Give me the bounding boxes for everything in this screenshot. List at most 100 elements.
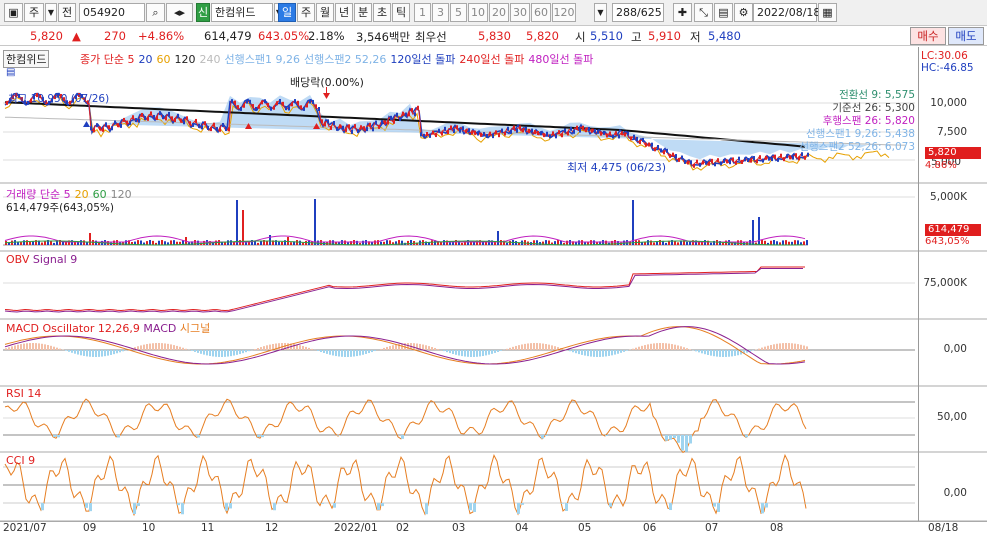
candle bbox=[423, 133, 425, 138]
speaker-icon[interactable]: ◂▸ bbox=[166, 3, 193, 22]
cci-label: CCI 9 bbox=[6, 454, 36, 467]
candle bbox=[324, 122, 326, 127]
candle bbox=[726, 159, 728, 164]
buy-button[interactable]: 매수 bbox=[910, 27, 946, 45]
candle bbox=[183, 120, 185, 125]
period-3-button[interactable]: 년 bbox=[335, 3, 353, 22]
zoom-icon[interactable]: ✚ bbox=[673, 3, 692, 22]
interval-30-button[interactable]: 30 bbox=[510, 3, 530, 22]
toolbar: ▣ 주 ▼ 전 054920 ⌕ ◂▸ 신 한컴위드 ▼ 일주월년분초틱 135… bbox=[0, 0, 987, 26]
stock-name-field[interactable]: 한컴위드 bbox=[211, 3, 273, 22]
obv-signal-line bbox=[4, 268, 803, 313]
macd-osc-bar bbox=[431, 347, 433, 350]
macd-osc-bar bbox=[368, 350, 370, 354]
candle bbox=[399, 116, 401, 121]
period-1-button[interactable]: 주 bbox=[297, 3, 315, 22]
volume-bar bbox=[737, 240, 739, 245]
cci-oversold-fill bbox=[181, 503, 184, 515]
interval-5-button[interactable]: 5 bbox=[450, 3, 467, 22]
macd-osc-bar bbox=[143, 344, 145, 350]
macd-osc-bar bbox=[293, 343, 295, 350]
candle bbox=[522, 128, 524, 133]
macd-osc-bar bbox=[53, 346, 55, 350]
sell-button[interactable]: 매도 bbox=[948, 27, 984, 45]
candle bbox=[714, 162, 716, 167]
interval-10-button[interactable]: 10 bbox=[468, 3, 488, 22]
volume-bar bbox=[677, 242, 679, 245]
candle bbox=[687, 160, 689, 165]
candle bbox=[459, 128, 461, 133]
number-dropdown[interactable]: ▼ bbox=[594, 3, 607, 22]
candle bbox=[279, 99, 281, 104]
macd-osc-bar bbox=[407, 343, 409, 350]
macd-osc-bar bbox=[248, 350, 250, 352]
interval-3-button[interactable]: 3 bbox=[432, 3, 449, 22]
macd-osc-bar bbox=[713, 350, 715, 357]
candle bbox=[630, 136, 632, 141]
mode-select[interactable]: 주 bbox=[24, 3, 44, 22]
chart-list-icon[interactable]: ▤ bbox=[6, 67, 15, 78]
candle bbox=[414, 112, 416, 117]
candle bbox=[312, 99, 314, 104]
candle bbox=[210, 127, 212, 132]
candle bbox=[363, 126, 365, 131]
chart-area[interactable]: 한컴위드 종가 단순 5 20 60 120 240 선행스팬1 9,26 선행스팬2 52… bbox=[0, 47, 987, 538]
macd-osc-bar bbox=[719, 350, 721, 357]
interval-1-button[interactable]: 1 bbox=[414, 3, 431, 22]
rsi-oversold-fill bbox=[117, 435, 120, 438]
rsi-oversold-fill bbox=[541, 435, 544, 439]
candle bbox=[327, 119, 329, 124]
obv-axis: 75,000K bbox=[923, 277, 967, 289]
macd-osc-bar bbox=[146, 344, 148, 350]
macd-osc-bar bbox=[344, 350, 346, 357]
volume-bar bbox=[149, 240, 151, 245]
save-icon[interactable]: ▤ bbox=[714, 3, 733, 22]
obv-signal-name: Signal 9 bbox=[32, 253, 78, 266]
macd-osc-bar bbox=[68, 350, 70, 352]
macd-osc-bar bbox=[734, 350, 736, 356]
mode-dropdown[interactable]: ▼ bbox=[45, 3, 57, 22]
candle bbox=[525, 126, 527, 131]
candle bbox=[249, 99, 251, 104]
period-5-button[interactable]: 초 bbox=[373, 3, 391, 22]
macd-osc-bar bbox=[257, 348, 259, 350]
stock-code-input[interactable]: 054920 bbox=[79, 3, 145, 22]
macd-osc-bar bbox=[71, 350, 73, 353]
interval-60-button[interactable]: 60 bbox=[531, 3, 551, 22]
macd-osc-bar bbox=[98, 350, 100, 357]
macd-osc-bar bbox=[575, 350, 577, 354]
period-0-button[interactable]: 일 bbox=[278, 3, 296, 22]
search-icon[interactable]: ⌕ bbox=[146, 3, 165, 22]
candle bbox=[342, 125, 344, 130]
settings-icon[interactable]: ⚙ bbox=[734, 3, 753, 22]
price-axis-7500: 7,500 bbox=[936, 126, 967, 138]
stock-tag[interactable]: 한컴위드 bbox=[3, 50, 50, 68]
macd-osc-bar bbox=[545, 344, 547, 350]
draw-icon[interactable]: ⤡ bbox=[694, 3, 713, 22]
macd-osc-bar bbox=[464, 350, 466, 357]
candle bbox=[108, 125, 110, 130]
candle bbox=[348, 124, 350, 129]
macd-osc-bar bbox=[533, 343, 535, 350]
candle bbox=[651, 142, 653, 147]
macd-osc-bar bbox=[473, 350, 475, 357]
period-2-button[interactable]: 월 bbox=[316, 3, 334, 22]
macd-osc-bar bbox=[797, 344, 799, 350]
macd-osc-bar bbox=[542, 343, 544, 350]
candle bbox=[549, 134, 551, 139]
macd-osc-bar bbox=[470, 350, 472, 357]
macd-osc-bar bbox=[509, 347, 511, 350]
macd-osc-bar bbox=[77, 350, 79, 355]
period-4-button[interactable]: 분 bbox=[354, 3, 372, 22]
macd-osc-bar bbox=[122, 350, 124, 352]
prev-button[interactable]: 전 bbox=[58, 3, 76, 22]
ichimoku-line: 후행스팬 26: 5,820 bbox=[822, 115, 915, 127]
candle bbox=[222, 122, 224, 127]
layout-icon[interactable]: ▣ bbox=[4, 3, 23, 22]
period-6-button[interactable]: 틱 bbox=[392, 3, 410, 22]
interval-120-button[interactable]: 120 bbox=[552, 3, 576, 22]
calendar-icon[interactable]: ▦ bbox=[818, 3, 837, 22]
volume-bar bbox=[245, 242, 247, 245]
interval-20-button[interactable]: 20 bbox=[489, 3, 509, 22]
date-field[interactable]: 2022/08/18 bbox=[753, 3, 820, 22]
